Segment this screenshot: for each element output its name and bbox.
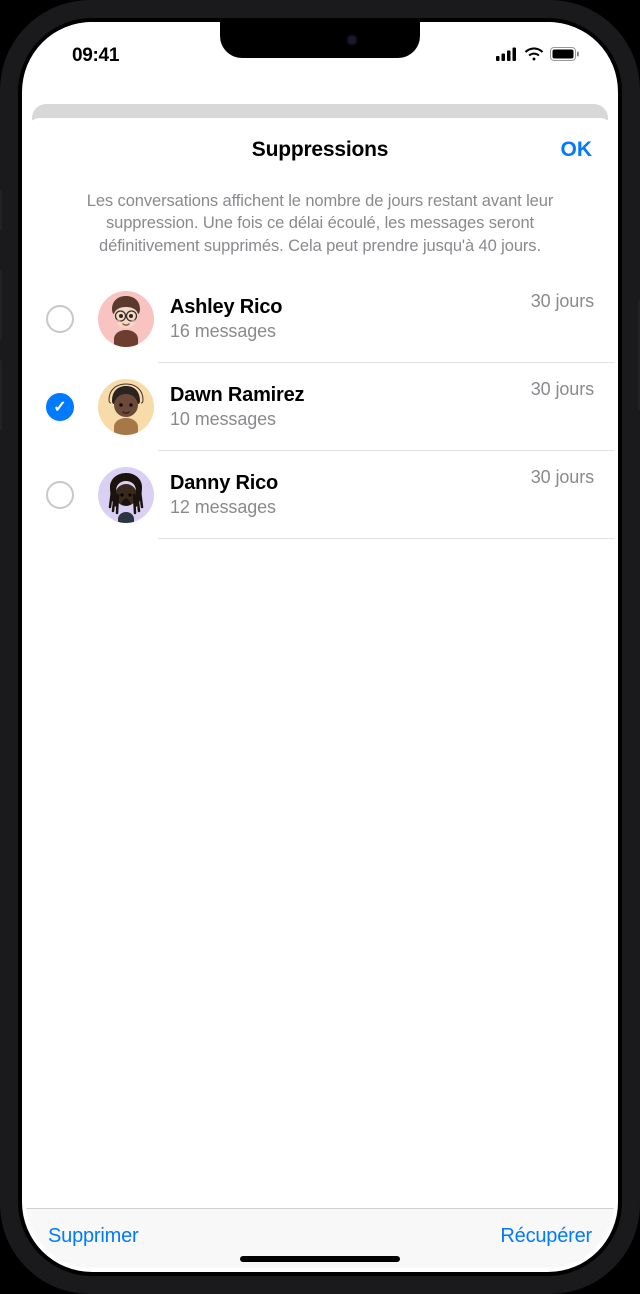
checkbox-unchecked-icon[interactable]: [46, 481, 74, 509]
days-remaining: 30 jours: [531, 291, 594, 312]
home-indicator[interactable]: [240, 1256, 400, 1262]
avatar: [98, 379, 154, 435]
contact-name: Danny Rico: [170, 472, 531, 495]
list-item[interactable]: ✓ Dawn Ramirez 10 messages 30 jours: [26, 363, 614, 451]
sheet-header: Suppressions OK: [26, 118, 614, 182]
wifi-icon: [524, 47, 544, 66]
list-item[interactable]: Ashley Rico 16 messages 30 jours: [26, 275, 614, 363]
recover-button[interactable]: Récupérer: [500, 1225, 592, 1248]
battery-icon: [550, 47, 580, 66]
modal-sheet: Suppressions OK Les conversations affich…: [26, 118, 614, 1268]
checkmark-icon: ✓: [53, 397, 66, 417]
contact-name: Dawn Ramirez: [170, 384, 531, 407]
days-remaining: 30 jours: [531, 467, 594, 488]
checkbox-unchecked-icon[interactable]: [46, 305, 74, 333]
avatar: [98, 467, 154, 523]
checkbox-checked-icon[interactable]: ✓: [46, 393, 74, 421]
ok-button[interactable]: OK: [561, 138, 593, 162]
message-count: 16 messages: [170, 321, 531, 342]
cellular-signal-icon: [496, 47, 518, 66]
delete-button[interactable]: Supprimer: [48, 1225, 138, 1248]
contact-name: Ashley Rico: [170, 296, 531, 319]
days-remaining: 30 jours: [531, 379, 594, 400]
avatar: [98, 291, 154, 347]
conversation-list: Ashley Rico 16 messages 30 jours ✓: [26, 275, 614, 1208]
list-item[interactable]: Danny Rico 12 messages 30 jours: [26, 451, 614, 539]
message-count: 10 messages: [170, 409, 531, 430]
sheet-description: Les conversations affichent le nombre de…: [26, 182, 614, 275]
page-title: Suppressions: [252, 138, 388, 162]
status-time: 09:41: [72, 45, 119, 67]
message-count: 12 messages: [170, 497, 531, 518]
status-icons: [496, 47, 580, 66]
